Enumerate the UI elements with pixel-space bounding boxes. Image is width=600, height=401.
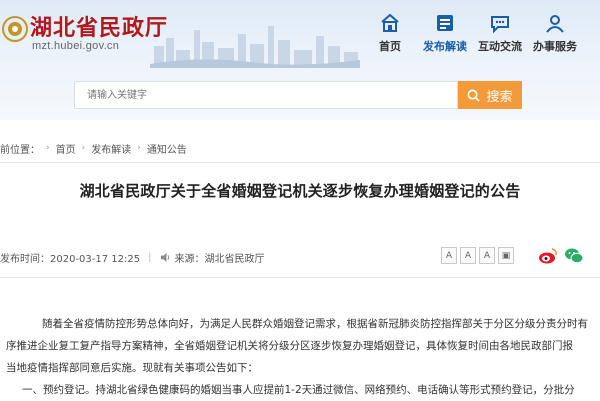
nav-item-label: 办事服务: [533, 40, 577, 53]
weibo-icon[interactable]: [538, 247, 558, 265]
nav-item-label: 互动交流: [478, 40, 522, 53]
breadcrumb-separator: ›: [81, 143, 86, 153]
breadcrumb-notice[interactable]: 通知公告: [147, 141, 187, 156]
breadcrumb-home[interactable]: 首页: [56, 141, 76, 156]
article-paragraph: 一、预约登记。持湖北省绿色健康码的婚姻当事人应提前1-2天通过微信、网络预约、电…: [22, 384, 575, 396]
search-input[interactable]: [75, 82, 457, 108]
print-button[interactable]: ▣: [498, 247, 514, 264]
font-size-controls: A A A ▣: [441, 247, 514, 264]
publish-icon: [437, 15, 453, 31]
emblem-icon: [2, 16, 28, 42]
breadcrumb-separator: ›: [46, 143, 50, 153]
main-nav: 首页 发布解读 互动交流 办事服务: [360, 10, 600, 62]
nav-item-interact[interactable]: 互动交流: [470, 10, 530, 62]
home-icon: [381, 13, 399, 32]
nav-item-publish[interactable]: 发布解读: [415, 10, 475, 62]
site-url: mzt.hubei.gov.cn: [32, 40, 120, 52]
article-paragraph: 当地疫情指挥部同意后实施。现就有关事项公告如下：: [6, 362, 258, 374]
article-meta: 发布时间：2020-03-17 12:25 | 来源：湖北省民政厅: [0, 250, 265, 265]
site-header: 湖北省民政厅 mzt.hubei.gov.cn 首页 发布解读 互动交流 办事服…: [0, 0, 600, 120]
nav-item-label: 首页: [379, 40, 401, 53]
nav-item-label: 专: [580, 38, 600, 54]
meta-divider: |: [148, 252, 152, 263]
nav-item-service[interactable]: 办事服务: [525, 10, 585, 62]
divider: [0, 162, 600, 163]
service-icon: [546, 15, 564, 33]
breadcrumb-separator: ›: [137, 143, 141, 153]
nav-item-topic[interactable]: 专: [580, 10, 600, 62]
article-source: 来源：湖北省民政厅: [174, 254, 265, 265]
site-title[interactable]: 湖北省民政厅: [30, 10, 168, 42]
search-button-label: 搜索: [486, 89, 513, 105]
article-paragraph: 随着全省疫情防控形势总体向好，为满足人民群众婚姻登记需求，根据省新冠肺炎防控指挥…: [42, 318, 588, 330]
search-button[interactable]: 搜索: [458, 81, 522, 109]
city-skyline-illustration: [150, 26, 360, 68]
wechat-icon[interactable]: [564, 247, 584, 265]
speaker-icon[interactable]: [160, 252, 171, 263]
font-medium-button[interactable]: A: [460, 247, 476, 264]
article-title: 湖北省民政厅关于全省婚姻登记机关逐步恢复办理婚姻登记的公告: [79, 182, 521, 200]
nav-item-home[interactable]: 首页: [360, 10, 420, 62]
breadcrumb-prefix: 前位置：: [0, 144, 40, 156]
article-body: 随着全省疫情防控形势总体向好，为满足人民群众婚姻登记需求，根据省新冠肺炎防控指挥…: [6, 313, 600, 401]
breadcrumb-publish[interactable]: 发布解读: [91, 141, 131, 156]
font-small-button[interactable]: A: [479, 247, 495, 264]
breadcrumb: 前位置： › 首页 › 发布解读 › 通知公告: [0, 138, 600, 158]
chat-icon: [491, 16, 509, 34]
search-box: [74, 81, 458, 109]
search-icon: [468, 89, 481, 102]
article-paragraph: 序推进企业复工复产指导方案精神，全省婚姻登记机关将分级分区逐步恢复办理婚姻登记，…: [6, 340, 573, 352]
nav-item-label: 发布解读: [423, 40, 467, 53]
divider: [0, 277, 600, 278]
publish-time: 发布时间：2020-03-17 12:25: [0, 254, 141, 265]
font-large-button[interactable]: A: [441, 247, 457, 264]
